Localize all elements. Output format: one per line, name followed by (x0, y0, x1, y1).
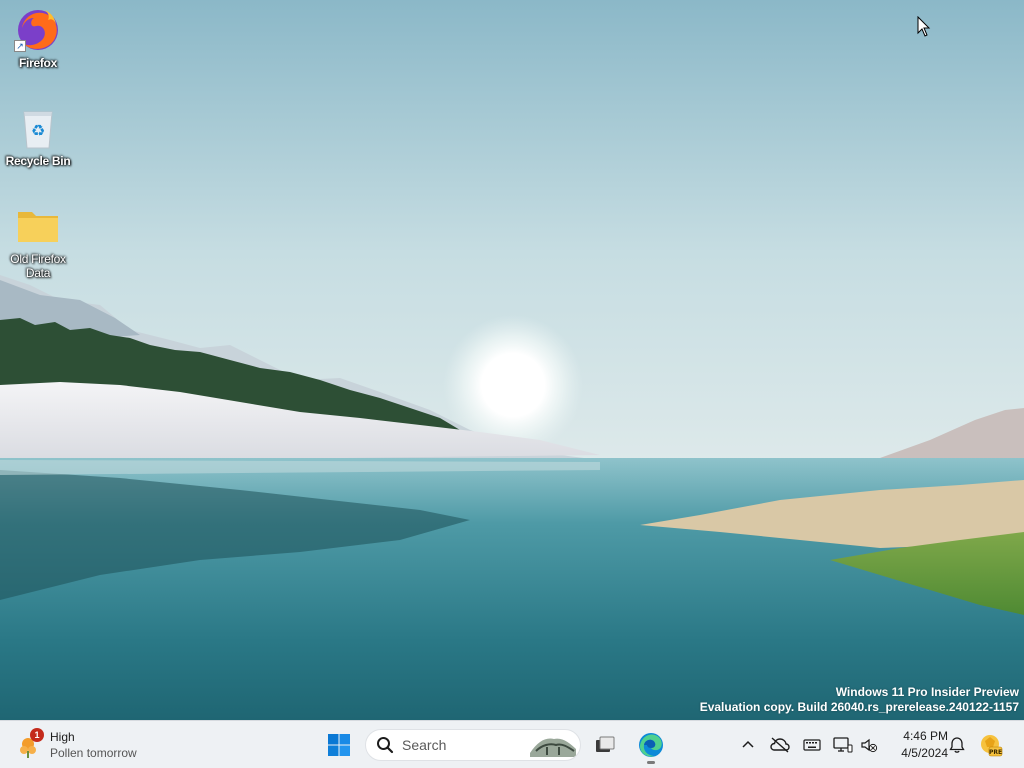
onedrive-tray-button[interactable] (768, 733, 792, 757)
start-button[interactable] (319, 725, 359, 765)
insider-pre-icon: PRE (981, 735, 1003, 757)
desktop-wallpaper (0, 0, 1024, 720)
desktop-icon-label: Firefox (19, 56, 57, 70)
clock-date: 4/5/2024 (901, 746, 948, 760)
weather-alert-badge: 1 (30, 728, 44, 742)
pollen-icon: 1 (18, 728, 44, 758)
firefox-icon: ↗ (14, 6, 62, 54)
desktop-icon-label: Recycle Bin (5, 154, 71, 168)
weather-widget[interactable]: 1 High Pollen tomorrow (18, 725, 137, 765)
weather-title: High (50, 730, 75, 744)
chevron-up-icon (742, 740, 754, 748)
evaluation-watermark: Windows 11 Pro Insider Preview Evaluatio… (700, 685, 1019, 715)
taskbar: 1 High Pollen tomorrow Search 4:46 PM 4/… (0, 720, 1024, 768)
shortcut-arrow-icon: ↗ (14, 40, 26, 52)
desktop-icon-label: Old Firefox Data (10, 252, 66, 280)
task-view-button[interactable] (585, 725, 625, 765)
desktop-icon-recycle-bin[interactable]: ♻ Recycle Bin (0, 104, 76, 168)
touch-keyboard-button[interactable] (800, 733, 824, 757)
desktop-icon-old-firefox-data[interactable]: Old Firefox Data (0, 202, 76, 280)
taskbar-search-box[interactable]: Search (365, 729, 581, 761)
notifications-button[interactable] (945, 733, 969, 757)
show-hidden-icons-button[interactable] (736, 733, 760, 757)
watermark-line-edition: Windows 11 Pro Insider Preview (835, 685, 1019, 699)
task-view-icon (596, 736, 615, 752)
edge-taskbar-button[interactable] (631, 725, 671, 765)
search-placeholder: Search (402, 737, 447, 753)
clock-time: 4:46 PM (903, 729, 948, 743)
keyboard-icon (803, 739, 821, 751)
network-icon (833, 737, 853, 753)
mouse-cursor-icon (917, 15, 931, 38)
bell-icon (949, 737, 965, 753)
folder-icon (14, 202, 62, 250)
watermark-line-build: Evaluation copy. Build 26040.rs_prerelea… (699, 700, 1019, 714)
onedrive-icon (770, 737, 790, 753)
network-tray-button[interactable] (831, 733, 855, 757)
edge-icon (639, 733, 663, 757)
search-highlight-image (530, 738, 576, 757)
insider-preview-button[interactable]: PRE (979, 733, 1003, 757)
recycle-bin-icon: ♻ (14, 104, 62, 152)
desktop-icon-firefox[interactable]: ↗ Firefox (0, 6, 76, 70)
taskbar-clock[interactable]: 4:46 PM 4/5/2024 (882, 728, 948, 762)
weather-subtitle: Pollen tomorrow (50, 746, 137, 760)
volume-tray-button[interactable] (857, 733, 881, 757)
volume-muted-icon (861, 738, 878, 753)
svg-text:♻: ♻ (31, 121, 45, 140)
search-icon (377, 737, 394, 754)
insider-badge-text: PRE (989, 749, 1002, 756)
running-indicator (647, 761, 655, 764)
start-icon (328, 734, 350, 756)
